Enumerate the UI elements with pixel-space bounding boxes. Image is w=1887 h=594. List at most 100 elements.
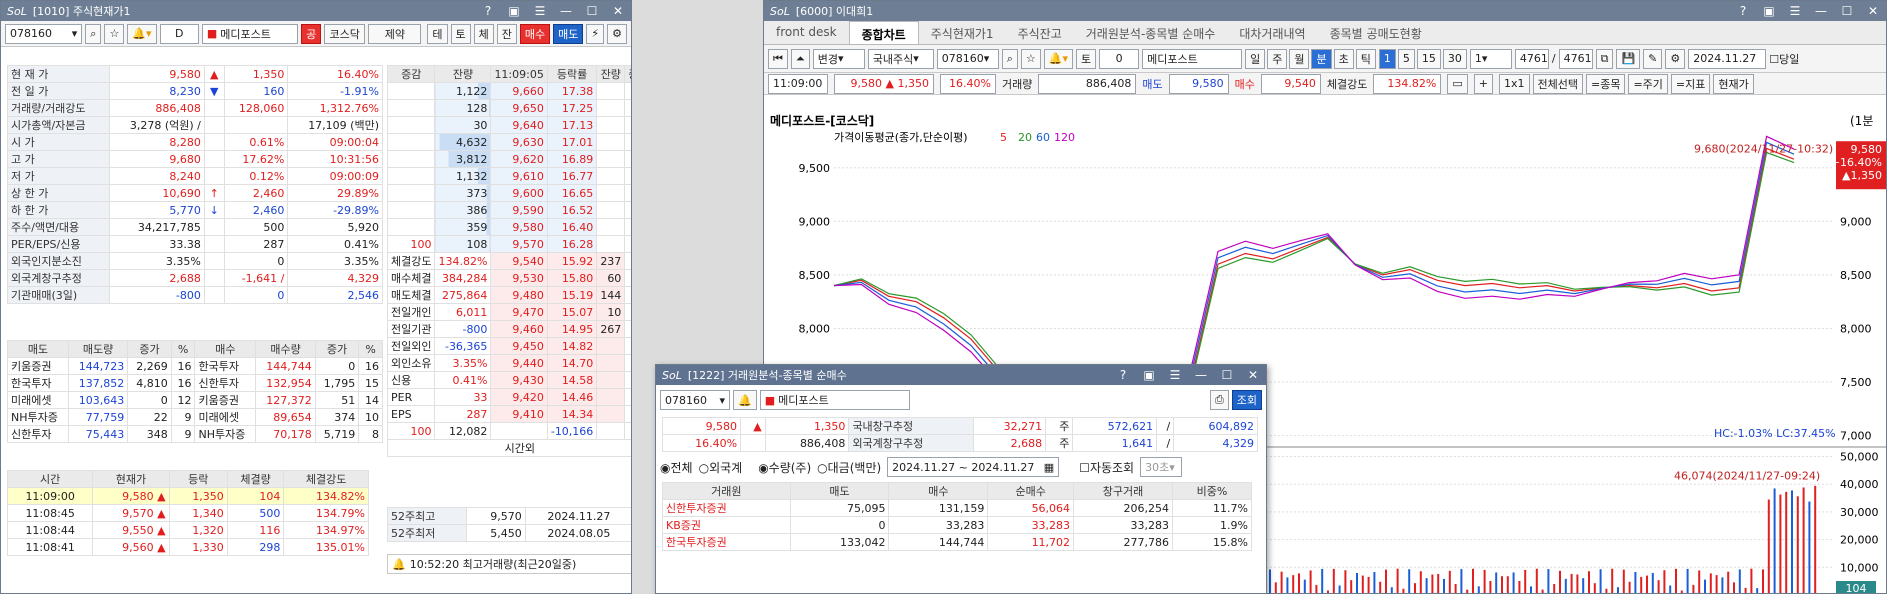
bell-icon[interactable]: 🔔	[733, 390, 757, 410]
sell-button[interactable]: 매도	[553, 23, 584, 44]
pen-icon[interactable]: ✎	[1643, 48, 1663, 69]
chart-name-field[interactable]: 메디포스트	[1142, 48, 1243, 69]
ask-row[interactable]: 4,632 9,630 17.01	[386, 133, 631, 151]
maximize-icon[interactable]: ☐	[1220, 368, 1234, 382]
chart-code-input[interactable]: 078160 ▾	[936, 48, 999, 69]
bid-row[interactable]: EPS 287 9,410 14.34	[386, 405, 631, 423]
bid-row[interactable]: 전일외인 -36,365 9,450 14.82	[386, 337, 631, 355]
period-button[interactable]: 틱	[1355, 48, 1376, 69]
ask-row[interactable]: 30 9,640 17.13	[386, 116, 631, 134]
period-button[interactable]: 분	[1311, 48, 1332, 69]
tick-row[interactable]: 11:08:41 9,560 ▲ 1,330 298 135.01%	[6, 538, 369, 556]
tick-row[interactable]: 11:08:44 9,550 ▲ 1,320 116 134.97%	[6, 521, 369, 539]
first-icon[interactable]: ⏮	[768, 48, 788, 69]
pin-icon[interactable]: ▣	[1762, 4, 1776, 18]
maximize-icon[interactable]: ☐	[1840, 4, 1854, 18]
period-button[interactable]: 주	[1267, 48, 1288, 69]
pin-icon[interactable]: ▣	[1142, 368, 1156, 382]
option-button[interactable]: 전체선택	[1532, 73, 1583, 94]
help-icon[interactable]: ?	[1116, 368, 1130, 382]
pin-icon[interactable]: ▣	[507, 4, 521, 18]
star-icon[interactable]: ☆	[104, 23, 125, 44]
date-input[interactable]: 2024.11.27	[1688, 48, 1767, 69]
count-input[interactable]: 4761	[1514, 48, 1549, 69]
radio-all[interactable]: ◉전체	[660, 459, 693, 476]
to-button[interactable]: 토	[1075, 48, 1097, 69]
tab-6[interactable]: 종목별 공매도현황	[1318, 21, 1434, 44]
query-button[interactable]: 조회	[1231, 390, 1262, 410]
name-field-1222[interactable]: ■ 메디포스트	[759, 390, 910, 410]
gear-icon[interactable]: ⚙	[607, 23, 627, 44]
bid-row[interactable]: 체결강도 134.82% 9,540 15.92 237	[386, 252, 631, 270]
tab-t2[interactable]: 토	[450, 23, 471, 44]
tab-t4[interactable]: 잔	[496, 23, 517, 44]
ask-row[interactable]: 1,132 9,610 16.77	[386, 167, 631, 185]
menu-icon[interactable]: ☰	[1168, 368, 1182, 382]
period-button[interactable]: 일	[1245, 48, 1266, 69]
tab-5[interactable]: 대차거래내역	[1227, 21, 1317, 44]
interval-select-1222[interactable]: 30초 ▾	[1140, 457, 1183, 477]
bell-icon[interactable]: 🔔▾	[1043, 48, 1073, 69]
lightning-icon[interactable]: ⚡	[586, 23, 605, 44]
square-icon[interactable]: ▭	[1447, 73, 1468, 94]
bid-row[interactable]: PER 33 9,420 14.46	[386, 388, 631, 406]
star-icon[interactable]: ☆	[1020, 48, 1041, 69]
bid-row[interactable]: 신용 0.41% 9,430 14.58	[386, 371, 631, 389]
help-icon[interactable]: ?	[481, 4, 495, 18]
maximize-icon[interactable]: ☐	[585, 4, 599, 18]
name-field[interactable]: ■ 메디포스트	[201, 23, 299, 44]
auto-checkbox[interactable]: ☐자동조회	[1079, 459, 1134, 476]
bid-row[interactable]: 매도체결 275,864 9,480 15.19 144	[386, 286, 631, 304]
tab-4[interactable]: 거래원분석-종목별 순매수	[1074, 21, 1228, 44]
ask-row[interactable]: 359 9,580 16.40	[386, 218, 631, 236]
interval-button[interactable]: 5	[1397, 48, 1415, 69]
ask-row[interactable]: 386 9,590 16.52	[386, 201, 631, 219]
option-button[interactable]: =종목	[1585, 73, 1626, 94]
help-icon[interactable]: ?	[1736, 4, 1750, 18]
save-icon[interactable]: 💾	[1616, 48, 1641, 69]
interval-button[interactable]: 15	[1416, 48, 1441, 69]
ask-row[interactable]: 128 9,650 17.25	[386, 99, 631, 117]
up-arrow-icon[interactable]: ⏶	[790, 48, 810, 69]
bell-icon[interactable]: 🔔▾	[127, 23, 157, 44]
minimize-icon[interactable]: —	[559, 4, 573, 18]
tab-t1[interactable]: 테	[427, 23, 448, 44]
period-button[interactable]: 월	[1289, 48, 1310, 69]
bid-row[interactable]: 매수체결 384,284 9,530 15.80 60	[386, 269, 631, 287]
interval-button[interactable]: 1	[1378, 48, 1396, 69]
tab-2[interactable]: 주식현재가1	[919, 21, 1006, 44]
bid-row[interactable]: 전일기관 -800 9,460 14.95 267	[386, 320, 631, 338]
date-range-input[interactable]: 2024.11.27 ~ 2024.11.27 ▦	[887, 457, 1060, 477]
tab-3[interactable]: 주식잔고	[1006, 21, 1074, 44]
market-button[interactable]: 코스닥	[324, 23, 366, 44]
market-select[interactable]: 국내주식 ▾	[867, 48, 934, 69]
ask-row[interactable]: 100 108 9,570 16.28	[386, 235, 631, 253]
code-input-1222[interactable]: 078160 ▾	[660, 390, 730, 410]
ask-row[interactable]: 3,812 9,620 16.89	[386, 150, 631, 168]
net-row[interactable]: KB증권 0 33,283 33,283 33,283 1.9%	[662, 516, 1253, 534]
option-button[interactable]: =주기	[1628, 73, 1668, 94]
menu-icon[interactable]: ☰	[1788, 4, 1802, 18]
num-field[interactable]: D	[159, 23, 199, 44]
chart-num-field[interactable]: 0	[1099, 48, 1140, 69]
radio-qty[interactable]: ◉수량(주)	[758, 459, 811, 476]
ask-row[interactable]: 373 9,600 16.65	[386, 184, 631, 202]
print-icon[interactable]: ⎙	[1209, 390, 1229, 410]
interval-button[interactable]: 30	[1442, 48, 1467, 69]
plus-icon[interactable]: +	[1473, 73, 1493, 94]
search-icon[interactable]: ⌕	[1001, 48, 1018, 69]
period-button[interactable]: 초	[1333, 48, 1354, 69]
tab-1[interactable]: 종합차트	[848, 21, 919, 44]
option-button[interactable]: 현재가	[1713, 73, 1754, 94]
close-icon[interactable]: ✕	[1246, 368, 1260, 382]
tab-t3[interactable]: 체	[473, 23, 494, 44]
minimize-icon[interactable]: —	[1814, 4, 1828, 18]
sector-button[interactable]: 제약	[368, 23, 422, 44]
today-checkbox[interactable]: ☐당일	[1769, 51, 1799, 67]
tick-row[interactable]: 11:09:00 9,580 ▲ 1,350 104 134.82%	[6, 487, 369, 505]
close-icon[interactable]: ✕	[1866, 4, 1880, 18]
bid-row[interactable]: 전일개인 6,011 9,470 15.07 10	[386, 303, 631, 321]
code-input[interactable]: 078160 ▾	[5, 23, 83, 44]
tab-0[interactable]: front desk	[764, 21, 849, 44]
net-row[interactable]: 신한투자증권 75,095 131,159 56,064 206,254 11.7%	[662, 499, 1253, 517]
